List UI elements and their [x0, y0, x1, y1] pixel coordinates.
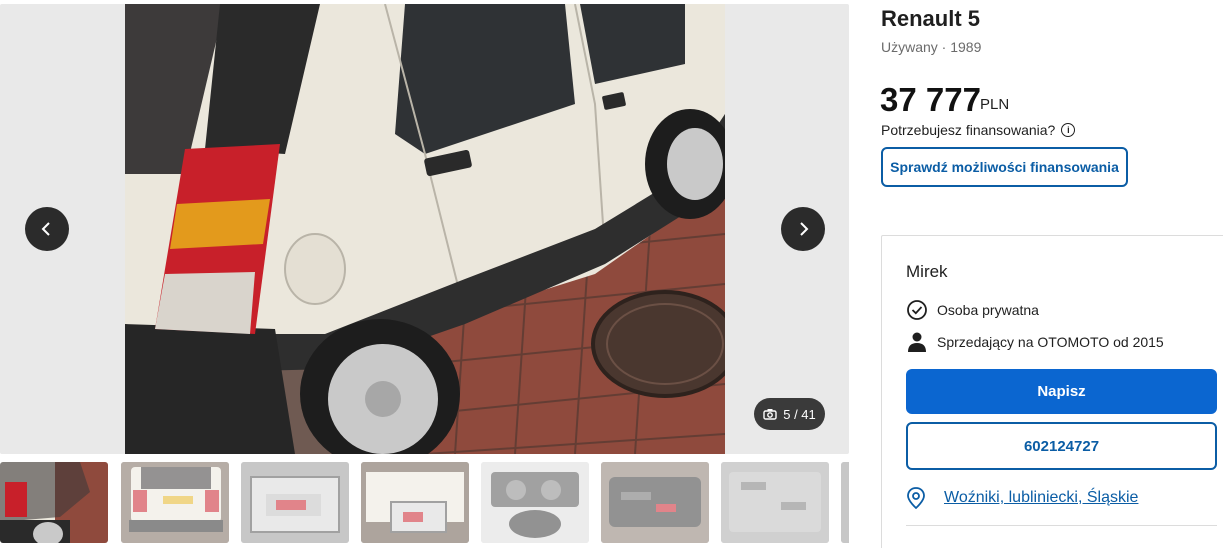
thumbnail-item[interactable]: [121, 462, 229, 543]
finance-question: Potrzebujesz finansowania? i: [881, 122, 1076, 138]
thumbnail-item[interactable]: [481, 462, 589, 543]
location-pin-icon: [907, 487, 925, 509]
listing-page: 5 / 41 Renault 5 Używany · 1989 37 777 P…: [0, 0, 1223, 548]
gallery-next-button[interactable]: [781, 207, 825, 251]
thumbnail-item[interactable]: [721, 462, 829, 543]
gallery-prev-button[interactable]: [25, 207, 69, 251]
thumbnail-item[interactable]: [241, 462, 349, 543]
check-circle-icon: [907, 300, 927, 320]
seller-type-row: Osoba prywatna: [906, 299, 1039, 321]
photo-counter: 5 / 41: [754, 398, 825, 430]
listing-subtitle: Używany · 1989: [881, 39, 982, 55]
price-currency: PLN: [980, 96, 1010, 113]
photo-gallery: 5 / 41: [0, 4, 849, 454]
thumbnail-item[interactable]: [361, 462, 469, 543]
seller-card: Mirek Osoba prywatna Sprzedający na OTOM…: [881, 235, 1223, 548]
check-financing-button[interactable]: Sprawdź możliwości finansowania: [881, 147, 1128, 187]
chevron-right-icon: [800, 222, 809, 236]
write-message-button[interactable]: Napisz: [906, 369, 1217, 414]
info-icon[interactable]: i: [1061, 123, 1076, 137]
phone-number-button[interactable]: 602124727: [906, 422, 1217, 470]
thumbnail-item[interactable]: [601, 462, 709, 543]
seller-type: Osoba prywatna: [937, 302, 1039, 318]
chevron-left-icon: [41, 222, 50, 236]
seller-since-row: Sprzedający na OTOMOTO od 2015: [906, 331, 1164, 353]
thumbnail-strip: [0, 462, 849, 544]
main-photo[interactable]: [125, 4, 725, 454]
person-icon: [908, 332, 926, 352]
finance-question-text: Potrzebujesz finansowania?: [881, 122, 1056, 138]
seller-location: Woźniki, lubliniecki, Śląskie: [906, 487, 1138, 509]
price-value: 37 777: [880, 81, 981, 118]
thumbnail-item[interactable]: [0, 462, 108, 543]
divider: [906, 525, 1217, 526]
thumbnail-item[interactable]: [841, 462, 849, 543]
seller-name: Mirek: [906, 262, 948, 281]
location-link[interactable]: Woźniki, lubliniecki, Śląskie: [944, 489, 1138, 507]
camera-icon: [763, 409, 777, 420]
photo-counter-text: 5 / 41: [783, 406, 816, 422]
seller-since: Sprzedający na OTOMOTO od 2015: [937, 334, 1164, 350]
listing-title: Renault 5: [881, 6, 981, 31]
